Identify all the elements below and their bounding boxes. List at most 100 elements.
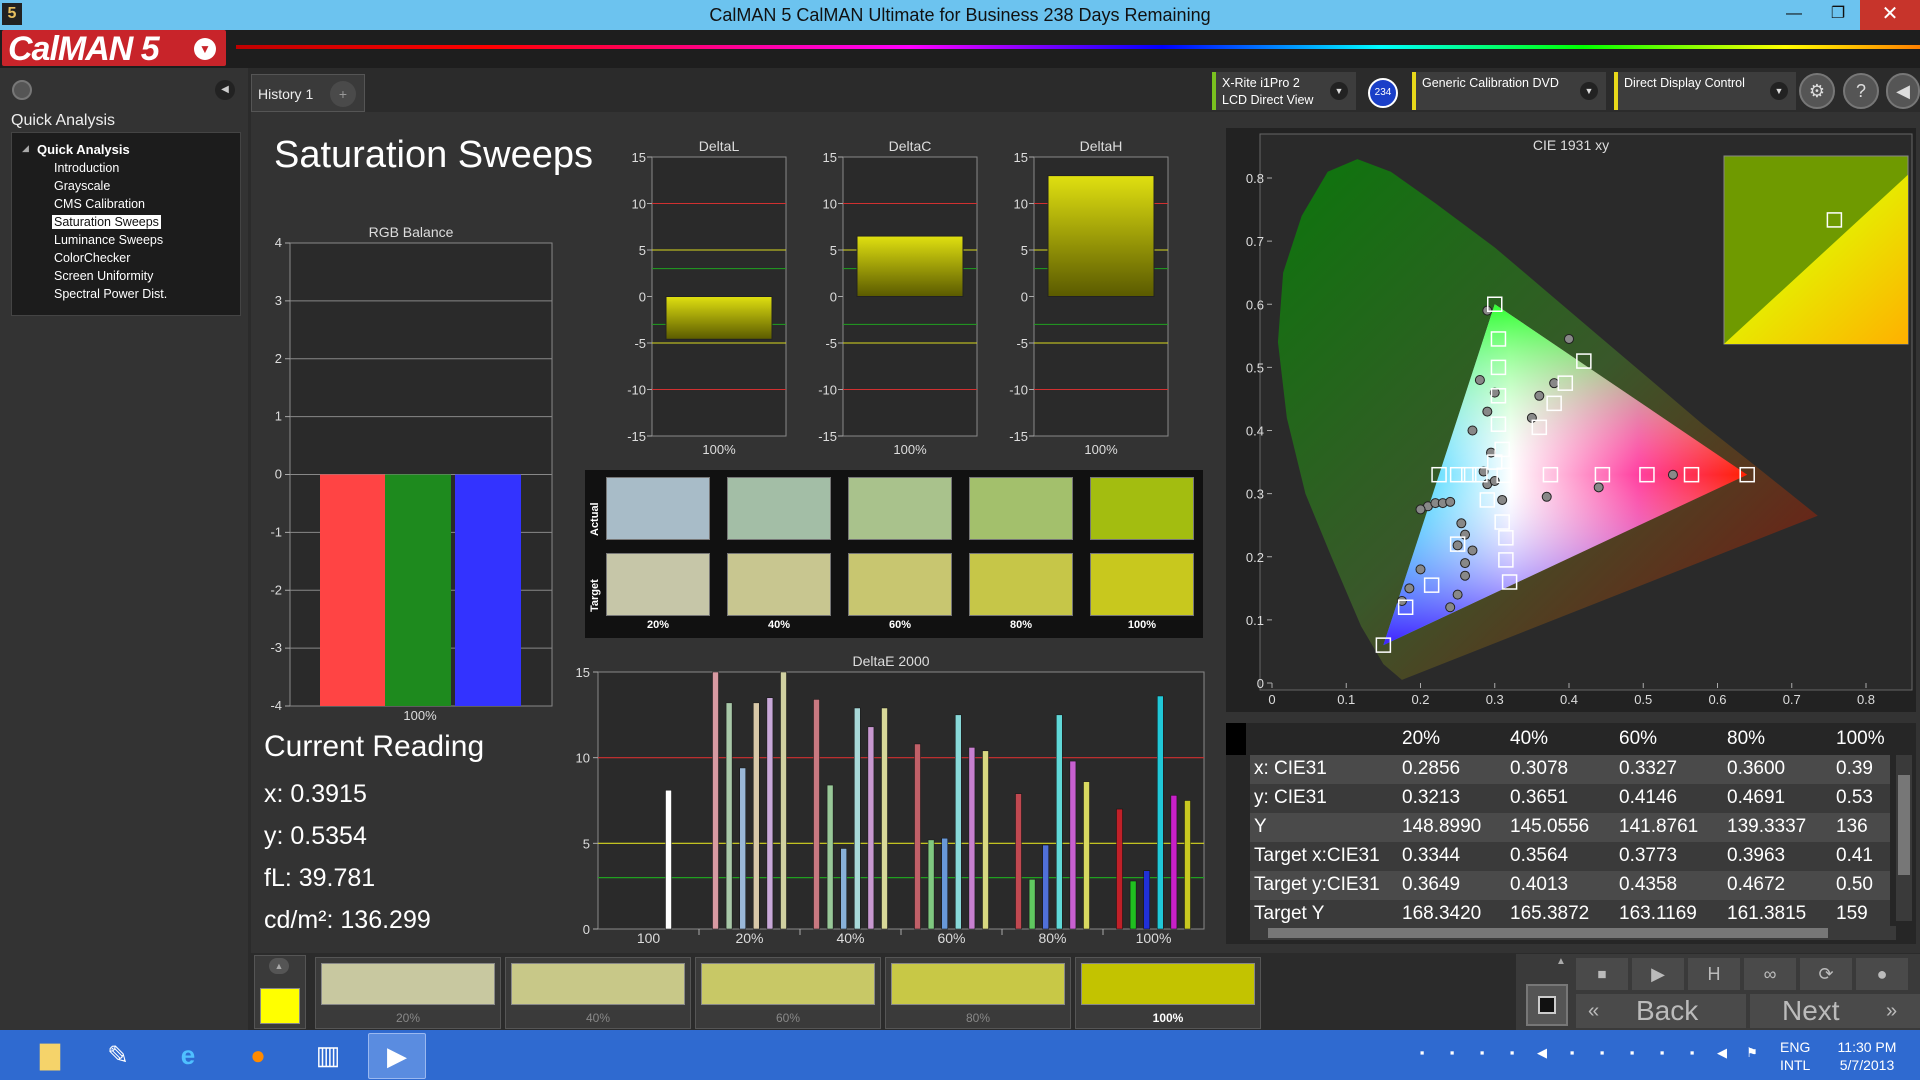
pin-icon[interactable] [12, 80, 32, 100]
display-selector[interactable]: Direct Display Control ▼ [1614, 72, 1796, 110]
deltae-bar [1170, 795, 1178, 930]
sweep-swatch-1[interactable]: 20% [315, 957, 501, 1029]
tray-icon[interactable]: ▪ [1474, 1045, 1490, 1061]
tree-root[interactable]: Quick Analysis [37, 142, 130, 157]
language-indicator[interactable]: ENG INTL [1780, 1038, 1810, 1074]
back-label: Back [1636, 995, 1699, 1026]
h-scroll-thumb[interactable] [1268, 928, 1828, 938]
sidebar-item-introduction[interactable]: Introduction [52, 161, 121, 175]
table-cell: 0.53 [1836, 787, 1873, 808]
chevron-up-icon[interactable]: ▲ [1546, 956, 1576, 974]
tray-icon[interactable]: ▪ [1594, 1045, 1610, 1061]
flag-icon[interactable]: ⚑ [1744, 1045, 1760, 1061]
collapse-panel-icon[interactable]: ◀ [215, 80, 235, 100]
rgb-bar-red [320, 474, 386, 706]
sidebar-item-luminance-sweeps[interactable]: Luminance Sweeps [52, 233, 165, 247]
swatch-label: 80% [1009, 619, 1033, 631]
table-cell: 0.41 [1836, 845, 1873, 866]
x-tick-label: 0 [1268, 692, 1275, 707]
delta-bar [665, 296, 773, 340]
refresh-icon[interactable]: ⟳ [1800, 958, 1852, 990]
help-icon[interactable]: ? [1843, 73, 1879, 109]
horizontal-scrollbar[interactable] [1250, 926, 1896, 940]
network-icon[interactable]: ▪ [1684, 1045, 1700, 1061]
table-cell: 141.8761 [1619, 816, 1699, 837]
stop-icon[interactable] [1526, 984, 1568, 1026]
y-tick-label: 0.1 [1246, 613, 1264, 628]
tray-icon[interactable]: ▪ [1564, 1045, 1580, 1061]
add-tab-button[interactable]: + [330, 81, 356, 107]
tray-icon[interactable]: ▪ [1444, 1045, 1460, 1061]
stop-measure-icon[interactable]: ⏹ [1576, 958, 1628, 990]
volume-icon[interactable]: ◀ [1534, 1045, 1550, 1061]
title-bar: 5 CalMAN 5 CalMAN Ultimate for Business … [0, 0, 1920, 30]
file-explorer-icon[interactable]: ▇ [22, 1033, 78, 1077]
loop-icon[interactable]: ∞ [1744, 958, 1796, 990]
sweep-color [1081, 963, 1255, 1005]
tray-icon[interactable]: ▪ [1624, 1045, 1640, 1061]
row-label: x: CIE31 [1254, 758, 1327, 779]
scroll-thumb[interactable] [1898, 775, 1910, 875]
vertical-scrollbar[interactable] [1896, 755, 1912, 921]
collapse-right-icon[interactable]: ◀ [1886, 73, 1920, 109]
calman5-taskbar-icon[interactable]: ▶ [368, 1033, 426, 1079]
maximize-button[interactable]: ❐ [1816, 0, 1860, 30]
calman-app-icon[interactable]: ▥ [300, 1033, 356, 1077]
delta-chart-title: DeltaC [889, 138, 932, 154]
settings-gear-icon[interactable]: ⚙ [1799, 73, 1835, 109]
sweep-color [321, 963, 495, 1005]
sweep-swatch-3[interactable]: 60% [695, 957, 881, 1029]
chevron-up-icon[interactable]: ▲ [269, 958, 289, 974]
back-button[interactable]: « Back [1576, 994, 1746, 1028]
sidebar-item-grayscale[interactable]: Grayscale [52, 179, 112, 193]
sidebar-item-spectral-power[interactable]: Spectral Power Dist. [52, 287, 169, 301]
meter-badge[interactable]: 234 [1368, 78, 1398, 108]
table-cell: 0.39 [1836, 758, 1873, 779]
sidebar-item-cms-calibration[interactable]: CMS Calibration [52, 197, 147, 211]
y-tick-label: -5 [825, 336, 837, 351]
minimize-button[interactable]: — [1772, 0, 1816, 30]
speaker-icon[interactable]: ◀ [1714, 1045, 1730, 1061]
sweep-swatch-2[interactable]: 40% [505, 957, 691, 1029]
table-cell: 148.8990 [1402, 816, 1482, 837]
target-swatch [848, 553, 952, 616]
deltae-bar [1028, 879, 1036, 930]
hold-icon[interactable]: H [1688, 958, 1740, 990]
sweep-swatch-4[interactable]: 80% [885, 957, 1071, 1029]
deltae-bar [982, 750, 989, 930]
clock[interactable]: 11:30 PM 5/7/2013 [1832, 1038, 1902, 1074]
y-tick-label: -1 [270, 524, 282, 539]
tree-expand-icon[interactable]: ◢ [22, 143, 29, 154]
sweep-swatch-5[interactable]: 100% [1075, 957, 1261, 1029]
rgb-xlabel: 100% [403, 708, 437, 720]
table-cell: 0.3649 [1402, 874, 1461, 895]
table-cell: 0.3344 [1402, 845, 1461, 866]
group-label: 60% [937, 930, 965, 946]
sidebar-item-saturation-sweeps[interactable]: Saturation Sweeps [52, 215, 161, 229]
delta-chart-deltac: DeltaC 15 10 5 0 -5 -10 -15 100% [818, 138, 978, 457]
tray-icon[interactable]: ▪ [1504, 1045, 1520, 1061]
firefox-icon[interactable]: ● [230, 1033, 286, 1077]
table-row: Target x:CIE31 0.3344 0.3564 0.3773 0.3963 0.… [1250, 842, 1890, 871]
y-tick-label: 0.8 [1246, 171, 1264, 186]
play-icon[interactable]: ▶ [1632, 958, 1684, 990]
calman-logo-menu[interactable]: CalMAN 5 ▼ [2, 30, 226, 68]
y-tick-label: -10 [818, 383, 837, 398]
sidebar-item-screen-uniformity[interactable]: Screen Uniformity [52, 269, 155, 283]
internet-explorer-icon[interactable]: e [160, 1033, 216, 1077]
current-reading-title: Current Reading [264, 730, 485, 763]
sweep-color [891, 963, 1065, 1005]
next-button[interactable]: Next » [1750, 994, 1920, 1028]
tray-icon[interactable]: ▪ [1414, 1045, 1430, 1061]
tray-icon[interactable]: ▪ [1654, 1045, 1670, 1061]
source-selector[interactable]: Generic Calibration DVD ▼ [1412, 72, 1606, 110]
close-button[interactable]: ✕ [1860, 0, 1920, 30]
delta-bar [856, 235, 964, 298]
target-swatch [1090, 553, 1194, 616]
meter-selector[interactable]: X-Rite i1Pro 2 LCD Direct View ▼ [1212, 72, 1356, 110]
paint-icon[interactable]: ✎ [90, 1033, 146, 1077]
record-icon[interactable]: ● [1856, 958, 1908, 990]
sidebar-item-colorchecker[interactable]: ColorChecker [52, 251, 132, 265]
deltae-bar [1129, 880, 1137, 930]
tab-history-1[interactable]: History 1 + [251, 74, 365, 112]
